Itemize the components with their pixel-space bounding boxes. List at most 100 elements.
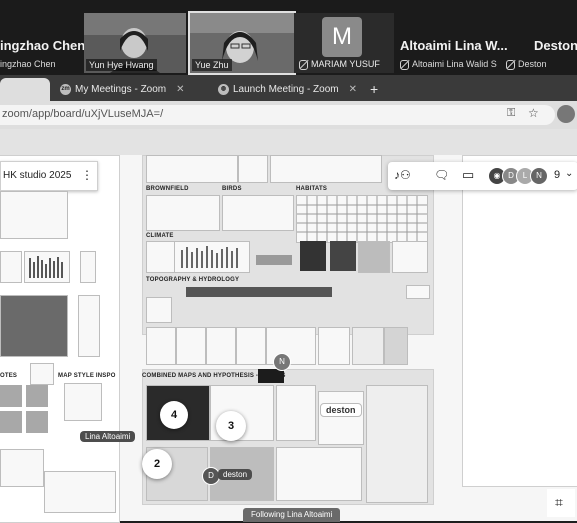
section-label: OTES xyxy=(0,373,18,379)
map-thumbnail[interactable] xyxy=(384,327,408,365)
sticky-note[interactable] xyxy=(0,411,22,433)
grid-icon xyxy=(297,196,427,242)
collaborator-avatar[interactable]: N xyxy=(530,167,548,185)
close-icon[interactable]: ✕ xyxy=(349,84,357,95)
map-thumbnail[interactable] xyxy=(176,327,206,365)
marker-3[interactable]: 3 xyxy=(216,411,246,441)
map-thumbnail[interactable] xyxy=(300,241,326,271)
participant-name: Altoaimi Lina Walid S xyxy=(412,59,497,69)
participant-name-small: Deston xyxy=(506,59,547,70)
board-title-panel[interactable]: HK studio 2025 ⋮ xyxy=(0,161,98,191)
doc-thumbnail[interactable] xyxy=(0,251,22,283)
comment-icon[interactable]: 🗨 xyxy=(434,168,449,182)
sticky-note[interactable] xyxy=(26,385,48,407)
globe-icon: ◍ xyxy=(218,83,229,95)
grid-thumbnail[interactable] xyxy=(296,195,428,243)
star-icon[interactable]: ☆ xyxy=(528,106,539,120)
doc-thumbnail[interactable] xyxy=(0,449,44,487)
collaborator-cursor-avatar: N xyxy=(273,353,291,371)
draft-notes-thumbnail[interactable] xyxy=(366,385,428,503)
video-tile-mariam-yusuf[interactable]: M MARIAM YUSUF xyxy=(294,13,394,73)
frames-panel-button[interactable]: ⌗ xyxy=(547,489,575,517)
tab-launch-meeting[interactable]: ◍ Launch Meeting - Zoom ✕ xyxy=(212,78,364,101)
map-thumbnail[interactable] xyxy=(270,155,382,183)
close-icon[interactable]: ✕ xyxy=(176,84,184,95)
url-field[interactable]: zoom/app/board/uXjVLuseMJA=/ ⚿ ☆ xyxy=(0,105,555,125)
doc-thumbnail[interactable] xyxy=(406,285,430,299)
map-thumbnail[interactable] xyxy=(330,241,356,271)
tab-label: Launch Meeting - Zoom xyxy=(233,84,339,95)
board-title: HK studio 2025 xyxy=(3,170,72,181)
map-thumbnail[interactable] xyxy=(236,327,266,365)
map-thumbnail[interactable] xyxy=(222,195,294,231)
zoom-participant-strip: ingzhao Chen ingzhao Chen Yun Hye Hwang … xyxy=(0,0,577,75)
profile-avatar[interactable] xyxy=(557,105,575,123)
browser-tab-bar: zm My Meetings - Zoom ✕ ◍ Launch Meeting - … xyxy=(0,75,577,101)
map-thumbnail[interactable] xyxy=(146,297,172,323)
miro-board-canvas[interactable]: HK studio 2025 ⋮ OTES MAP STYLE INSPO Li… xyxy=(0,155,577,523)
video-call-icon[interactable]: ▭ xyxy=(462,167,474,183)
map-thumbnail[interactable] xyxy=(238,155,268,183)
tab-miro-active[interactable] xyxy=(0,78,50,101)
section-label: BIRDS xyxy=(222,186,242,192)
map-thumbnail[interactable] xyxy=(146,195,220,231)
map-thumbnail[interactable] xyxy=(0,295,68,357)
line-thumbnail[interactable] xyxy=(256,255,292,265)
participant-name-large: Deston xyxy=(534,38,577,53)
url-text: zoom/app/board/uXjVLuseMJA=/ xyxy=(2,108,164,120)
board-collab-toolbar: ♪⚇ 🗨 ▭ ◉ D L N 9 ⌄ xyxy=(388,162,577,190)
section-label: CLIMATE xyxy=(146,233,174,239)
doc-thumbnail[interactable] xyxy=(0,191,68,239)
participant-name-small: ingzhao Chen xyxy=(0,59,56,69)
video-tile-yun-hye-hwang[interactable]: Yun Hye Hwang xyxy=(84,13,186,73)
key-icon[interactable]: ⚿ xyxy=(507,107,515,120)
draft-map-thumbnail[interactable] xyxy=(276,447,362,501)
following-banner[interactable]: Following Lina Altoaimi xyxy=(243,508,341,522)
empty-frame xyxy=(462,155,577,487)
draft-map-thumbnail[interactable] xyxy=(318,391,364,445)
section-label: HABITATS xyxy=(296,186,328,192)
cursor-label-lina: Lina Altoaimi xyxy=(80,431,136,442)
section-label: BROWNFIELD xyxy=(146,186,189,192)
participant-name-large: ingzhao Chen xyxy=(0,38,86,53)
doc-thumbnail[interactable] xyxy=(30,363,54,385)
draft-thumbnail[interactable] xyxy=(258,369,284,383)
new-tab-button[interactable]: + xyxy=(370,78,378,101)
map-thumbnail[interactable] xyxy=(358,241,390,273)
video-tile-yue-zhu[interactable]: Yue Zhu xyxy=(188,11,296,75)
muted-mic-icon xyxy=(299,60,308,70)
doc-thumbnail[interactable] xyxy=(78,295,100,357)
marker-4[interactable]: 4 xyxy=(160,401,188,429)
map-thumbnail[interactable] xyxy=(352,327,384,365)
bars-icon xyxy=(29,256,63,278)
draft-map-thumbnail[interactable] xyxy=(276,385,316,441)
map-thumbnail[interactable] xyxy=(318,327,350,365)
frame-grid-icon: ⌗ xyxy=(555,494,563,510)
map-thumbnail[interactable] xyxy=(146,327,176,365)
reactions-icon[interactable]: ♪⚇ xyxy=(394,168,411,182)
cursor-label-deston-small: deston xyxy=(218,469,253,480)
section-label: MAP STYLE INSPO xyxy=(58,373,116,379)
doc-thumbnail[interactable] xyxy=(146,241,176,273)
sticky-note[interactable] xyxy=(0,385,22,407)
collaborator-count[interactable]: 9 xyxy=(554,169,560,181)
participant-name-large: Altoaimi Lina W... xyxy=(400,38,508,53)
bars-icon xyxy=(181,246,238,268)
more-menu-icon[interactable]: ⋮ xyxy=(81,168,93,182)
marker-2[interactable]: 2 xyxy=(142,449,172,479)
map-thumbnail[interactable] xyxy=(392,241,428,273)
sticky-note[interactable] xyxy=(26,411,48,433)
map-thumbnail[interactable] xyxy=(206,327,236,365)
tab-label: My Meetings - Zoom xyxy=(75,84,167,95)
bookmarks-bar xyxy=(0,129,577,156)
chart-thumbnail[interactable] xyxy=(174,241,250,273)
map-thumbnail[interactable] xyxy=(146,155,238,183)
participant-name: Deston xyxy=(518,59,547,69)
chart-thumbnail[interactable] xyxy=(24,251,70,283)
terrain-thumbnail[interactable] xyxy=(186,287,332,297)
table-thumbnail[interactable] xyxy=(44,471,116,513)
tab-my-meetings[interactable]: zm My Meetings - Zoom ✕ xyxy=(54,78,204,101)
doc-thumbnail[interactable] xyxy=(80,251,96,283)
map-thumbnail[interactable] xyxy=(64,383,102,421)
chevron-down-icon[interactable]: ⌄ xyxy=(565,168,573,179)
